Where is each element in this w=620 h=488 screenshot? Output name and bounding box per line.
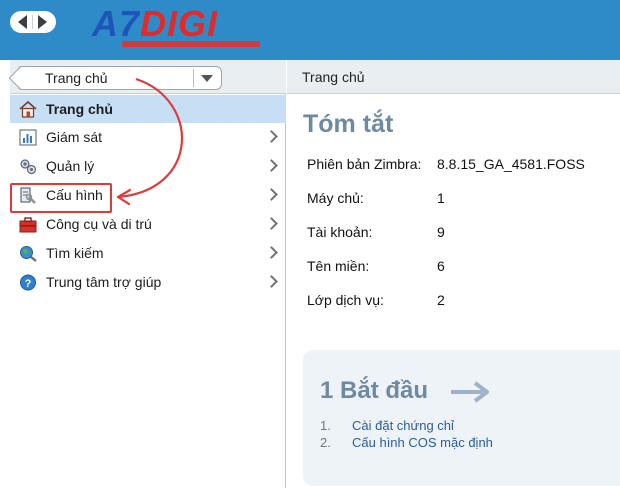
getting-started-title: 1 Bắt đầu: [320, 377, 429, 404]
step-number: 1.: [320, 418, 331, 433]
info-label: Phiên bản Zimbra:: [307, 156, 422, 172]
info-label: Tài khoản:: [307, 224, 373, 240]
content-header-title: Trang chủ: [302, 69, 365, 85]
getting-started-card: 1 Bắt đầu 1. Cài đặt chứng chỉ 2. Cấu hì…: [303, 350, 620, 486]
content-header: Trang chủ: [287, 60, 620, 94]
triangle-left-icon[interactable]: [18, 15, 27, 29]
logo-a7: A7: [92, 3, 141, 44]
brand-logo[interactable]: A7DIGI: [92, 4, 262, 50]
arrow-right-icon: [451, 381, 489, 403]
breadcrumb-back-tip: [8, 66, 32, 90]
info-value: 9: [437, 224, 445, 240]
breadcrumb-button[interactable]: Trang chủ: [8, 66, 222, 90]
info-row-accounts: Tài khoản: 9: [307, 222, 617, 256]
nav-separator: [32, 15, 33, 29]
chevron-right-icon: [265, 246, 278, 259]
info-row-version: Phiên bản Zimbra: 8.8.15_GA_4581.FOSS: [307, 154, 617, 188]
content-panel: Trang chủ Tóm tắt Phiên bản Zimbra: 8.8.…: [287, 60, 620, 488]
navigation-header: Trang chủ: [8, 60, 286, 94]
info-value: 1: [437, 190, 445, 206]
summary-info: Phiên bản Zimbra: 8.8.15_GA_4581.FOSS Má…: [307, 154, 617, 324]
top-header: A7DIGI: [0, 0, 620, 60]
info-label: Tên miền:: [307, 258, 370, 274]
chevron-right-icon: [265, 275, 278, 288]
history-nav: [10, 11, 56, 33]
info-row-domains: Tên miền: 6: [307, 256, 617, 290]
logo-tagline-bar: [122, 41, 260, 47]
logo-digi: DIGI: [140, 3, 219, 44]
sidebar-item-label: Giám sát: [46, 129, 103, 145]
sidebar-item-tools-migration[interactable]: Công cụ và di trú: [10, 210, 286, 239]
navigation-panel: Trang chủ Trang chủ Giám sát Quản lý Cấu…: [8, 60, 286, 488]
step-number: 2.: [320, 435, 331, 450]
configure-default-cos-link[interactable]: Cấu hình COS mặc định: [352, 435, 493, 450]
info-row-cos: Lớp dịch vụ: 2: [307, 290, 617, 324]
breadcrumb-divider: [193, 69, 194, 87]
manage-gears-icon: [20, 159, 37, 175]
home-icon: [19, 101, 37, 118]
chevron-right-icon: [265, 159, 278, 172]
annotation-highlight-box: [10, 183, 112, 213]
logo-text: A7DIGI: [92, 4, 218, 44]
sidebar-item-search[interactable]: Tìm kiếm: [10, 239, 286, 268]
install-certificate-link[interactable]: Cài đặt chứng chỉ: [352, 418, 454, 433]
chevron-right-icon: [265, 188, 278, 201]
sidebar-item-help-center[interactable]: ? Trung tâm trợ giúp: [10, 268, 286, 297]
chevron-down-icon[interactable]: [201, 75, 213, 82]
info-label: Lớp dịch vụ:: [307, 292, 384, 308]
svg-text:?: ?: [25, 278, 32, 290]
sidebar-item-label: Công cụ và di trú: [46, 216, 152, 232]
sidebar-item-home[interactable]: Trang chủ: [10, 95, 286, 123]
summary-title: Tóm tắt: [303, 110, 394, 138]
toolbox-icon: [19, 217, 37, 233]
chevron-right-icon: [265, 217, 278, 230]
info-row-servers: Máy chủ: 1: [307, 188, 617, 222]
sidebar-item-label: Quản lý: [46, 158, 95, 174]
info-value: 8.8.15_GA_4581.FOSS: [437, 156, 585, 172]
help-icon: ?: [20, 274, 36, 291]
sidebar-item-manage[interactable]: Quản lý: [10, 152, 286, 181]
info-label: Máy chủ:: [307, 190, 364, 206]
triangle-right-icon[interactable]: [38, 15, 47, 29]
info-value: 2: [437, 292, 445, 308]
info-value: 6: [437, 258, 445, 274]
chevron-right-icon: [265, 130, 278, 143]
sidebar-item-label: Trang chủ: [46, 101, 113, 117]
search-globe-icon: [20, 246, 37, 262]
sidebar-item-label: Tìm kiếm: [46, 245, 104, 261]
sidebar-item-monitoring[interactable]: Giám sát: [10, 123, 286, 152]
monitor-chart-icon: [19, 129, 37, 146]
sidebar-item-label: Trung tâm trợ giúp: [46, 274, 162, 290]
breadcrumb-label: Trang chủ: [45, 70, 108, 86]
